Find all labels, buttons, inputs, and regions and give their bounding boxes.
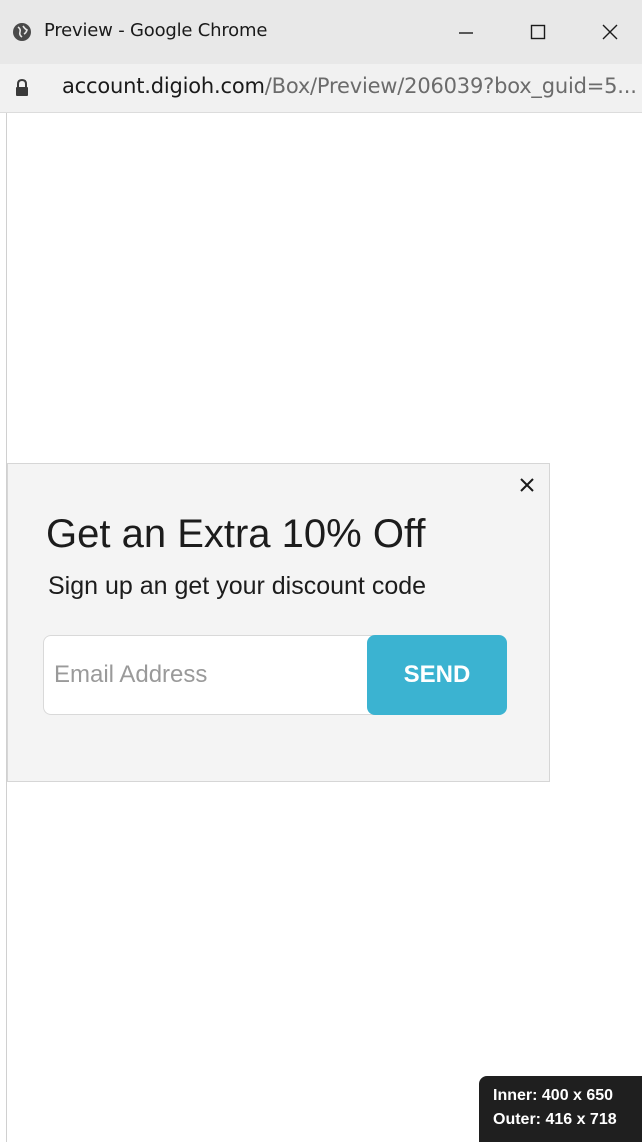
popup-heading: Get an Extra 10% Off <box>46 512 426 556</box>
popup-close-button[interactable] <box>516 476 538 498</box>
url-host: account.digioh.com <box>62 74 265 98</box>
window-title: Preview - Google Chrome <box>44 20 268 41</box>
maximize-icon <box>528 22 548 42</box>
url-path: /Box/Preview/206039?box_guid=5... <box>264 74 637 98</box>
globe-icon <box>12 22 32 42</box>
email-input[interactable] <box>43 635 383 715</box>
browser-window: Preview - Google Chrome account.digioh.c… <box>0 0 642 1142</box>
minimize-button[interactable] <box>446 12 486 52</box>
inner-size-label: Inner: 400 x 650 <box>493 1087 614 1104</box>
signup-form: SEND <box>43 635 507 715</box>
close-icon <box>519 477 535 498</box>
close-window-button[interactable] <box>590 12 630 52</box>
outer-size-label: Outer: 416 x 718 <box>493 1111 617 1128</box>
address-bar[interactable]: account.digioh.com/Box/Preview/206039?bo… <box>0 64 642 113</box>
send-button[interactable]: SEND <box>367 635 507 715</box>
close-icon <box>600 22 620 42</box>
minimize-icon <box>456 22 476 42</box>
maximize-button[interactable] <box>518 12 558 52</box>
window-size-badge: Inner: 400 x 650 Outer: 416 x 718 <box>479 1076 642 1142</box>
lock-icon <box>14 78 30 98</box>
title-bar: Preview - Google Chrome <box>0 0 642 64</box>
popup-subheading: Sign up an get your discount code <box>48 572 427 600</box>
signup-popup: Get an Extra 10% Off Sign up an get your… <box>7 463 550 782</box>
url-text[interactable]: account.digioh.com/Box/Preview/206039?bo… <box>62 74 637 98</box>
